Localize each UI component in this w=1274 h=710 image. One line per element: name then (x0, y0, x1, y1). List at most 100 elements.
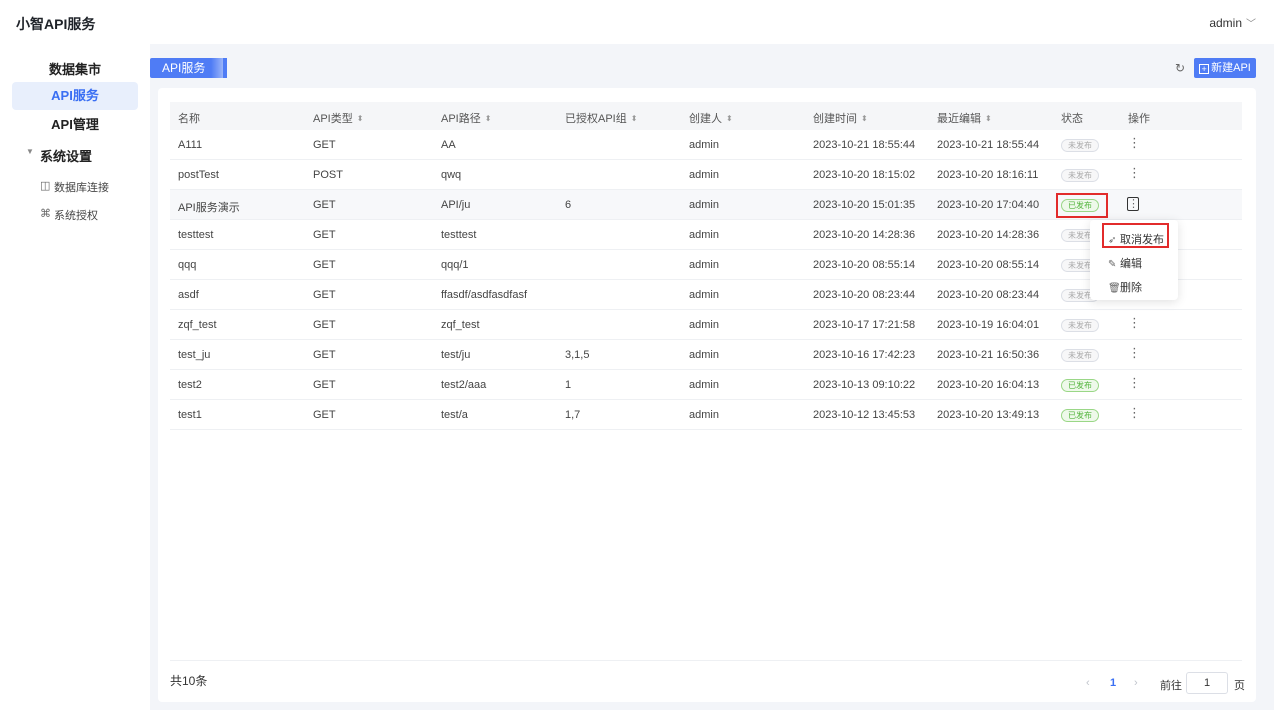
column-header-creator[interactable]: 创建人 ⬍ (689, 110, 733, 126)
status-badge: 未发布 (1061, 139, 1099, 152)
cell-creator: admin (689, 169, 719, 181)
sort-icon: ⬍ (861, 114, 868, 123)
table-row[interactable]: testtest GET testtest admin 2023-10-20 1… (170, 220, 1242, 250)
cell-type: GET (313, 259, 336, 271)
edit-icon: ✎ (1108, 259, 1117, 270)
table-row[interactable]: asdf GET ffasdf/asdfasdfasf admin 2023-1… (170, 280, 1242, 310)
table-row[interactable]: test_ju GET test/ju 3,1,5 admin 2023-10-… (170, 340, 1242, 370)
menu-item-label: 取消发布 (1120, 234, 1164, 246)
cell-groups: 6 (565, 199, 572, 211)
table-row[interactable]: postTest POST qwq admin 2023-10-20 18:15… (170, 160, 1242, 190)
column-header-name: 名称 (178, 113, 200, 125)
cell-path: test/a (441, 409, 468, 421)
cell-edited: 2023-10-20 14:28:36 (937, 229, 1040, 241)
page-number[interactable]: 1 (1110, 677, 1116, 689)
status-badge: 已发布 (1061, 199, 1099, 212)
cell-created: 2023-10-20 15:01:35 (813, 199, 916, 211)
prev-page-icon[interactable]: ‹ (1086, 677, 1090, 689)
sidebar-subitem-label: 系统授权 (54, 210, 98, 222)
sidebar-group-system-settings[interactable]: ▼ 系统设置 (26, 146, 92, 165)
user-menu[interactable]: admin ﹀ (1209, 15, 1256, 30)
sidebar: 数据集市 API服务 API管理 ▼ 系统设置 ◫ 数据库连接 ⌘ 系统授权 (0, 44, 150, 710)
table-row[interactable]: A111 GET AA admin 2023-10-21 18:55:44 20… (170, 130, 1242, 160)
more-actions-icon[interactable]: ⋮ (1128, 406, 1141, 421)
cell-edited: 2023-10-20 16:04:13 (937, 379, 1040, 391)
database-icon: ◫ (40, 180, 51, 192)
column-header-type[interactable]: API类型 ⬍ (313, 110, 363, 126)
cell-creator: admin (689, 409, 719, 421)
cell-type: GET (313, 319, 336, 331)
new-api-button[interactable]: + 新建API (1194, 58, 1256, 78)
table-row[interactable]: qqq GET qqq/1 admin 2023-10-20 08:55:14 … (170, 250, 1242, 280)
cell-created: 2023-10-21 18:55:44 (813, 139, 916, 151)
cell-edited: 2023-10-21 18:55:44 (937, 139, 1040, 151)
send-icon: ➶ (1108, 235, 1117, 246)
table-row[interactable]: API服务演示 GET API/ju 6 admin 2023-10-20 15… (170, 190, 1242, 220)
cell-type: GET (313, 409, 336, 421)
tab-decoration (211, 58, 224, 78)
more-actions-icon[interactable]: ⋮ (1128, 376, 1141, 391)
menu-item-delete[interactable]: 🗑删除 (1108, 279, 1142, 295)
caret-down-icon: ▼ (26, 147, 34, 156)
sidebar-item-api-management[interactable]: API管理 (12, 111, 138, 139)
cell-type: GET (313, 379, 336, 391)
more-actions-icon[interactable]: ⋮ (1128, 346, 1141, 361)
column-header-edited[interactable]: 最近编辑 ⬍ (937, 110, 992, 126)
trash-icon: 🗑 (1108, 283, 1121, 294)
sort-icon: ⬍ (484, 114, 492, 123)
sidebar-item-db-connection[interactable]: ◫ 数据库连接 (40, 179, 109, 195)
cell-edited: 2023-10-20 08:55:14 (937, 259, 1040, 271)
cell-name: test_ju (178, 349, 211, 361)
footer-divider (170, 660, 1242, 661)
sort-icon: ⬍ (985, 114, 992, 123)
cell-creator: admin (689, 259, 719, 271)
more-actions-icon[interactable]: ⋮ (1128, 316, 1141, 331)
cell-path: test2/aaa (441, 379, 487, 391)
tab-api-service[interactable]: API服务 (150, 58, 228, 78)
column-header-path[interactable]: API路径 ⬍ (441, 110, 491, 126)
status-badge: 未发布 (1061, 169, 1099, 182)
cell-name: asdf (178, 289, 199, 301)
cell-path: testtest (441, 229, 477, 241)
sort-icon: ⬍ (356, 114, 364, 123)
cell-type: GET (313, 139, 336, 151)
cell-name: zqf_test (178, 319, 217, 331)
cell-created: 2023-10-20 08:55:14 (813, 259, 916, 271)
column-header-status: 状态 (1061, 113, 1083, 125)
cell-created: 2023-10-20 08:23:44 (813, 289, 916, 301)
more-actions-icon[interactable]: ⋮ (1127, 197, 1139, 211)
more-actions-icon[interactable]: ⋮ (1128, 136, 1141, 151)
sidebar-item-data-market[interactable]: 数据集市 (12, 56, 138, 84)
cell-created: 2023-10-20 18:15:02 (813, 169, 916, 181)
table-row[interactable]: zqf_test GET zqf_test admin 2023-10-17 1… (170, 310, 1242, 340)
cell-path: zqf_test (441, 319, 480, 331)
more-actions-icon[interactable]: ⋮ (1128, 166, 1141, 181)
next-page-icon[interactable]: › (1134, 677, 1138, 689)
menu-item-label: 删除 (1120, 282, 1142, 294)
sort-icon: ⬍ (630, 114, 638, 123)
cell-groups: 3,1,5 (565, 349, 590, 361)
menu-item-edit[interactable]: ✎ 编辑 (1108, 255, 1142, 271)
column-header-groups[interactable]: 已授权API组 ⬍ (565, 110, 637, 126)
menu-item-unpublish[interactable]: ➶ 取消发布 (1108, 231, 1164, 247)
sidebar-item-system-auth[interactable]: ⌘ 系统授权 (40, 207, 98, 223)
column-header-created[interactable]: 创建时间 ⬍ (813, 110, 868, 126)
cell-path: qqq/1 (441, 259, 469, 271)
cell-creator: admin (689, 379, 719, 391)
table-row[interactable]: test1 GET test/a 1,7 admin 2023-10-12 13… (170, 400, 1242, 430)
page-suffix: 页 (1234, 680, 1245, 692)
status-badge: 已发布 (1061, 409, 1099, 422)
cell-edited: 2023-10-21 16:50:36 (937, 349, 1040, 361)
auth-icon: ⌘ (40, 208, 51, 220)
cell-created: 2023-10-13 09:10:22 (813, 379, 916, 391)
tab-label: API服务 (162, 61, 206, 75)
cell-type: GET (313, 289, 336, 301)
cell-created: 2023-10-16 17:42:23 (813, 349, 916, 361)
cell-path: AA (441, 139, 456, 151)
table-row[interactable]: test2 GET test2/aaa 1 admin 2023-10-13 0… (170, 370, 1242, 400)
refresh-icon[interactable]: ↻ (1172, 60, 1188, 76)
cell-edited: 2023-10-20 18:16:11 (937, 169, 1039, 181)
goto-page-input[interactable] (1186, 672, 1228, 694)
sidebar-item-api-service[interactable]: API服务 (12, 82, 138, 110)
column-header-actions: 操作 (1128, 113, 1150, 125)
